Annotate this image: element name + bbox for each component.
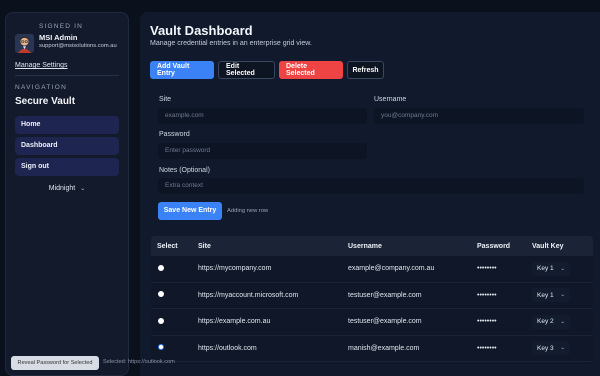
key-cell: Key 2 ⌄ xyxy=(532,314,593,329)
chevron-down-icon: ⌄ xyxy=(560,265,565,272)
refresh-button[interactable]: Refresh xyxy=(347,61,384,79)
add-entry-button[interactable]: Add Vault Entry xyxy=(150,61,214,79)
brand-title: Secure Vault xyxy=(15,96,76,107)
main-panel: Vault Dashboard Manage credential entrie… xyxy=(140,12,600,376)
key-cell: Key 1 ⌄ xyxy=(532,288,593,303)
select-cell xyxy=(151,344,198,352)
select-cell xyxy=(151,264,198,273)
manage-settings-link[interactable]: Manage Settings xyxy=(15,62,119,69)
vault-key-select[interactable]: Key 2 ⌄ xyxy=(532,314,570,329)
row-radio-selected[interactable] xyxy=(158,344,164,351)
vault-key-value: Key 1 xyxy=(537,265,554,273)
form-hint: Adding new row xyxy=(227,208,269,214)
nav-label: NAVIGATION xyxy=(15,84,68,91)
key-cell: Key 1 ⌄ xyxy=(532,261,593,276)
avatar xyxy=(15,34,34,53)
chevron-down-icon: ⌄ xyxy=(560,318,565,325)
username-cell: manish@example.com xyxy=(348,344,420,352)
user-name: MSI Admin xyxy=(39,33,78,42)
select-cell xyxy=(151,317,198,326)
header-username: Username xyxy=(348,242,382,250)
select-cell xyxy=(151,291,198,299)
theme-select[interactable]: Midnight ⌄ xyxy=(15,185,119,192)
vault-key-select[interactable]: Key 1 ⌄ xyxy=(532,261,570,276)
selection-info: Selected: https://outlook.com xyxy=(103,359,175,365)
page-subtitle: Manage credential entries in an enterpri… xyxy=(150,40,312,47)
site-input[interactable]: example.com xyxy=(158,108,367,124)
chevron-down-icon: ⌄ xyxy=(560,345,565,352)
user-email: support@msisolutions.com.au xyxy=(39,43,117,49)
table-row[interactable]: https://outlook.com manish@example.com •… xyxy=(151,336,593,362)
nav-item-sign-out[interactable]: Sign out xyxy=(15,158,119,176)
password-input[interactable]: Enter password xyxy=(158,143,367,159)
site-cell: https://example.com.au xyxy=(198,318,271,326)
theme-select-value: Midnight xyxy=(48,185,76,192)
header-password: Password xyxy=(477,242,511,250)
site-cell: https://myaccount.microsoft.com xyxy=(198,291,299,299)
chevron-down-icon: ⌄ xyxy=(80,186,86,192)
site-cell: https://mycompany.com xyxy=(198,265,272,273)
page-title: Vault Dashboard xyxy=(150,23,253,38)
sidebar: SIGNED IN MSI Admin support@msisolutions… xyxy=(5,12,129,376)
username-label: Username xyxy=(374,96,407,103)
header-select: Select xyxy=(157,242,178,250)
table-row[interactable]: https://myaccount.microsoft.com testuser… xyxy=(151,283,593,309)
chevron-down-icon: ⌄ xyxy=(560,292,565,299)
sidebar-divider xyxy=(15,75,119,76)
signed-in-label: SIGNED IN xyxy=(39,23,84,30)
edit-selected-button[interactable]: Edit Selected xyxy=(218,61,275,79)
username-cell: testuser@example.com xyxy=(348,291,422,299)
toolbar: Add Vault Entry Edit Selected Delete Sel… xyxy=(150,61,384,79)
site-cell: https://outlook.com xyxy=(198,344,257,352)
notes-label: Notes (Optional) xyxy=(159,167,210,174)
vault-table: Select Site Username Password Vault Key … xyxy=(151,236,593,364)
header-site: Site xyxy=(198,242,211,250)
password-cell: •••••••• xyxy=(477,265,497,273)
password-cell: •••••••• xyxy=(477,291,497,299)
table-row[interactable]: https://mycompany.com example@company.co… xyxy=(151,256,593,283)
password-cell: •••••••• xyxy=(477,318,497,326)
nav-item-home[interactable]: Home xyxy=(15,116,119,134)
vault-key-select[interactable]: Key 3 ⌄ xyxy=(532,341,570,356)
table-header: Select Site Username Password Vault Key xyxy=(151,236,593,256)
vault-key-value: Key 2 xyxy=(537,318,554,326)
vault-key-value: Key 1 xyxy=(537,291,554,299)
vault-key-select[interactable]: Key 1 ⌄ xyxy=(532,288,570,303)
reveal-password-button[interactable]: Reveal Password for Selected xyxy=(11,356,99,370)
username-cell: example@company.com.au xyxy=(348,265,435,273)
nav-item-dashboard[interactable]: Dashboard xyxy=(15,137,119,155)
notes-input[interactable]: Extra context xyxy=(158,178,584,194)
row-radio[interactable] xyxy=(158,264,164,271)
username-input[interactable]: you@company.com xyxy=(374,108,584,124)
vault-key-value: Key 3 xyxy=(537,344,554,352)
delete-selected-button[interactable]: Delete Selected xyxy=(279,61,343,79)
row-radio[interactable] xyxy=(158,317,164,324)
username-cell: testuser@example.com xyxy=(348,318,422,326)
password-label: Password xyxy=(159,131,190,138)
user-block: SIGNED IN MSI Admin support@msisolutions… xyxy=(15,20,119,53)
password-cell: •••••••• xyxy=(477,344,497,352)
key-cell: Key 3 ⌄ xyxy=(532,341,593,356)
save-entry-button[interactable]: Save New Entry xyxy=(158,202,222,220)
table-row[interactable]: https://example.com.au testuser@example.… xyxy=(151,309,593,336)
header-vault-key: Vault Key xyxy=(532,242,564,250)
row-radio[interactable] xyxy=(158,291,164,298)
site-label: Site xyxy=(159,96,172,103)
